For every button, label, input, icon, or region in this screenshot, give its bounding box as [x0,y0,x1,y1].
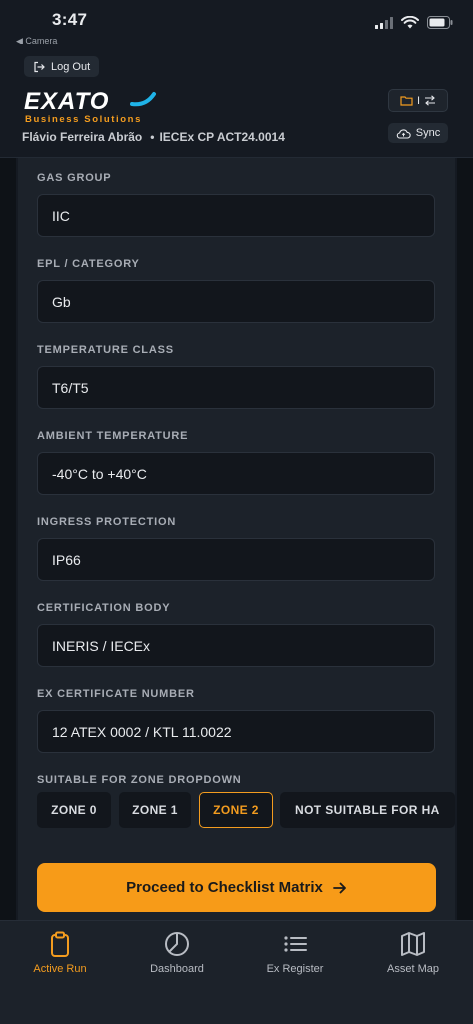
pie-chart-icon [165,932,189,956]
user-name: Flávio Ferreira Abrão [22,130,143,144]
field-ingress-protection: INGRESS PROTECTION IP66 [37,516,435,581]
field-label: CERTIFICATION BODY [37,602,171,614]
logout-button[interactable]: Log Out [24,56,100,77]
field-label: AMBIENT TEMPERATURE [37,430,189,442]
status-time: 3:47 [52,10,88,29]
cloud-icon [396,128,411,139]
logo-wordmark: EXATO [24,88,110,115]
tab-asset-map[interactable]: Asset Map [365,931,461,981]
status-bar: 3:47 ◀ Camera [0,0,473,46]
proceed-button[interactable]: Proceed to Checklist Matrix [37,863,436,912]
field-gas-group: GAS GROUP IIC [37,172,435,237]
tab-label: Dashboard [150,963,204,975]
equipment-form-card: GAS GROUP IIC EPL / CATEGORY Gb TEMPERAT… [18,158,455,920]
field-label: EPL / CATEGORY [37,258,140,270]
tab-dashboard[interactable]: Dashboard [129,931,225,981]
tab-label: Active Run [33,963,87,975]
certification-body-input[interactable]: INERIS / IECEx [37,624,435,667]
certification-id: IECEx CP ACT24.0014 [159,130,285,144]
logout-label: Log Out [51,60,91,73]
proceed-label: Proceed to Checklist Matrix [126,879,323,896]
zone-option-0[interactable]: ZONE 0 [37,792,111,828]
sync-label: Sync [415,127,441,139]
status-icons [375,16,453,29]
arrow-right-icon [332,882,346,893]
temperature-class-input[interactable]: T6/T5 [37,366,435,409]
tab-ex-register[interactable]: Ex Register [247,931,343,981]
zone-option-1[interactable]: ZONE 1 [119,792,191,828]
tab-label: Asset Map [387,963,439,975]
field-ambient-temperature: AMBIENT TEMPERATURE -40°C to +40°C [37,430,435,495]
ex-certificate-number-input[interactable]: 12 ATEX 0002 / KTL 11.0022 [37,710,435,753]
cellular-signal-icon [375,16,393,29]
field-ex-certificate-number: EX CERTIFICATE NUMBER 12 ATEX 0002 / KTL… [37,688,435,753]
right-gutter [457,158,473,920]
field-temperature-class: TEMPERATURE CLASS T6/T5 [37,344,435,409]
screen: 3:47 ◀ Camera Log Out EXATO Business Sol… [0,0,473,1024]
folder-icon [400,96,413,106]
zone-option-not-suitable[interactable]: NOT SUITABLE FOR HA [280,792,455,828]
sync-button[interactable]: Sync [388,123,448,143]
wifi-icon [401,16,419,29]
field-epl-category: EPL / CATEGORY Gb [37,258,435,323]
field-label: GAS GROUP [37,172,112,184]
field-label: INGRESS PROTECTION [37,516,177,528]
zone-selector: ZONE 0 ZONE 1 ZONE 2 NOT SUITABLE FOR HA [37,792,455,828]
gas-group-input[interactable]: IIC [37,194,435,237]
map-icon [401,932,425,956]
logout-icon [34,61,45,72]
company-logo: EXATO Business Solutions [24,88,194,125]
list-icon [284,936,307,952]
field-label: TEMPERATURE CLASS [37,344,174,356]
logo-tagline: Business Solutions [25,114,142,125]
app-header: Log Out EXATO Business Solutions Flávio … [0,44,473,158]
form-scroll-area[interactable]: GAS GROUP IIC EPL / CATEGORY Gb TEMPERAT… [0,158,473,920]
user-separator: • [150,130,155,144]
zone-label: SUITABLE FOR ZONE DROPDOWN [37,774,242,786]
left-gutter [0,158,16,920]
mode-label: I [416,94,421,107]
tab-label: Ex Register [266,963,324,975]
user-info: Flávio Ferreira Abrão • IECEx CP ACT24.001… [22,130,285,144]
field-label: EX CERTIFICATE NUMBER [37,688,195,700]
tab-active-run[interactable]: Active Run [12,931,108,981]
field-certification-body: CERTIFICATION BODY INERIS / IECEx [37,602,435,667]
mode-toggle-button[interactable]: I [388,89,448,112]
zone-option-2[interactable]: ZONE 2 [199,792,273,828]
logo-swoosh-icon [130,92,156,107]
swap-arrows-icon [425,95,436,106]
ambient-temperature-input[interactable]: -40°C to +40°C [37,452,435,495]
epl-category-input[interactable]: Gb [37,280,435,323]
clipboard-icon [51,931,69,957]
ingress-protection-input[interactable]: IP66 [37,538,435,581]
bottom-tab-bar: Active Run Dashboard Ex Register Asset M… [0,920,473,1024]
battery-icon [427,16,453,29]
